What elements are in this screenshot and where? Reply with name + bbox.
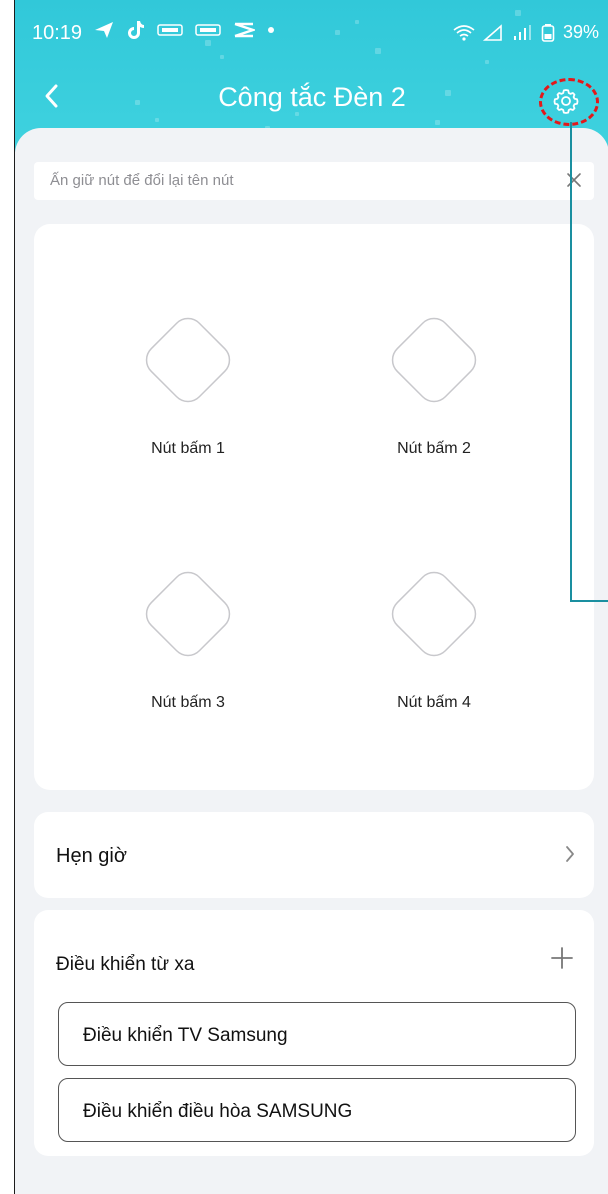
remote-item[interactable]: Điều khiển điều hòa SAMSUNG xyxy=(58,1078,576,1142)
battery-icon xyxy=(541,23,555,42)
buttons-card: Nút bấm 1 Nút bấm 2 Nút bấm 3 Nút bấm 4 xyxy=(34,224,594,790)
phone-screen: 10:19 39% Công tắc Đèn 2 Ấn giữ nút để đ… xyxy=(14,0,608,1194)
hint-close-button[interactable] xyxy=(562,168,586,192)
capcut-icon xyxy=(234,22,255,38)
remote-item-label: Điều khiển điều hòa SAMSUNG xyxy=(83,1101,353,1122)
nav-arrow-icon xyxy=(95,22,113,38)
remote-card: Điều khiển từ xa Điều khiển TV Samsung Đ… xyxy=(34,910,594,1156)
wifi-icon xyxy=(453,24,475,41)
timer-label: Hẹn giờ xyxy=(56,845,127,867)
switch-button-2[interactable]: Nút bấm 2 xyxy=(334,304,534,504)
status-right-group: 39% xyxy=(453,22,599,43)
tiktok-icon xyxy=(128,21,144,39)
chevron-right-icon xyxy=(566,846,574,862)
nav-bar: Công tắc Đèn 2 xyxy=(15,62,608,132)
switch-button-label: Nút bấm 3 xyxy=(151,694,225,711)
switch-button-3[interactable]: Nút bấm 3 xyxy=(88,558,288,758)
annotation-line xyxy=(570,600,608,602)
status-time: 10:19 xyxy=(32,22,83,44)
remote-item[interactable]: Điều khiển TV Samsung xyxy=(58,1002,576,1066)
status-notification-icons xyxy=(93,20,275,40)
hint-text: Ấn giữ nút để đổi lại tên nút xyxy=(50,172,234,189)
signal-icon xyxy=(482,23,502,41)
signal-bars-icon xyxy=(513,24,531,40)
diamond-button-icon xyxy=(145,571,231,657)
news-app-icon xyxy=(195,24,221,36)
plus-icon[interactable] xyxy=(550,946,574,970)
status-bar: 10:19 39% xyxy=(15,0,608,62)
diamond-button-icon xyxy=(145,317,231,403)
content-area: Ấn giữ nút để đổi lại tên nút Nút bấm 1 … xyxy=(15,128,608,1194)
remote-item-label: Điều khiển TV Samsung xyxy=(83,1025,288,1046)
switch-button-label: Nút bấm 2 xyxy=(397,440,471,457)
hint-bar: Ấn giữ nút để đổi lại tên nút xyxy=(34,162,594,200)
remote-title: Điều khiển từ xa xyxy=(56,954,195,975)
annotation-line xyxy=(570,122,572,602)
battery-percent: 39% xyxy=(562,22,599,42)
diamond-button-icon xyxy=(391,571,477,657)
settings-highlight-circle xyxy=(539,78,599,126)
diamond-button-icon xyxy=(391,317,477,403)
page-title: Công tắc Đèn 2 xyxy=(218,82,406,112)
switch-button-4[interactable]: Nút bấm 4 xyxy=(334,558,534,758)
timer-row[interactable]: Hẹn giờ xyxy=(34,812,594,898)
switch-button-label: Nút bấm 4 xyxy=(397,694,471,711)
dot-icon xyxy=(268,27,274,33)
close-icon xyxy=(567,173,581,187)
switch-button-1[interactable]: Nút bấm 1 xyxy=(88,304,288,504)
news-app-icon xyxy=(157,24,183,36)
switch-button-label: Nút bấm 1 xyxy=(151,440,225,457)
